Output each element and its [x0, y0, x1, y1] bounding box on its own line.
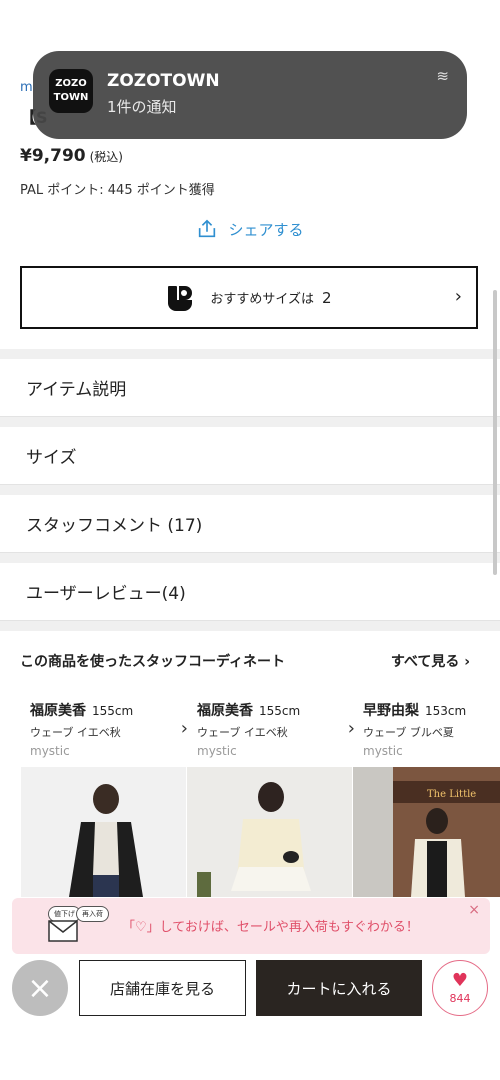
staff-brand: mystic [197, 744, 237, 758]
points-info: PAL ポイント: 445 ポイント獲得 [20, 183, 215, 198]
product-price: ¥9,790 (税込) [20, 146, 123, 166]
close-button[interactable]: × [12, 960, 68, 1016]
coordinate-photo[interactable]: The Little [353, 767, 500, 897]
price-value: ¥9,790 [20, 146, 86, 166]
notification-message: 1件の通知 [107, 98, 177, 116]
staff-meta: ウェーブ ブルベ夏 [363, 726, 454, 739]
favorite-button[interactable]: ♥ 844 [432, 960, 488, 1016]
staff-brand: mystic [30, 744, 70, 758]
envelope-icon [48, 920, 78, 942]
add-to-cart-button[interactable]: カートに入れる [256, 960, 422, 1016]
share-button[interactable]: シェアする [0, 218, 500, 240]
share-label: シェアする [228, 220, 304, 239]
staff-name: 福原美香 [30, 703, 86, 719]
staff-card[interactable]: 早野由梨 153cm ウェーブ ブルベ夏 mystic [363, 700, 500, 758]
store-stock-button[interactable]: 店舗在庫を見る [79, 960, 246, 1016]
staff-card[interactable]: 福原美香 155cm ウェーブ イエベ秋 mystic › [30, 700, 196, 758]
tax-label: (税込) [89, 150, 123, 164]
wifi-icon: ≋ [436, 67, 449, 85]
size-logo-icon [168, 285, 193, 311]
section-item-description[interactable]: アイテム説明 [0, 359, 500, 417]
section-divider [0, 485, 500, 495]
staff-name-row: 早野由梨 153cm [363, 700, 500, 720]
staff-name: 早野由梨 [363, 703, 419, 719]
promo-text: 「♡」しておけば、セールや再入荷もすぐわかる！ [122, 920, 419, 935]
section-divider [0, 621, 500, 631]
staff-name-row: 福原美香 155cm [30, 700, 196, 720]
share-icon [199, 219, 216, 238]
staff-height: 155cm [259, 704, 301, 718]
shop-sign-text: The Little [427, 789, 476, 800]
see-all-link[interactable]: すべて見る › [391, 651, 470, 671]
section-divider [0, 417, 500, 427]
staff-name: 福原美香 [197, 703, 253, 719]
staff-height: 153cm [425, 704, 467, 718]
size-recommend-label: おすすめサイズは [210, 292, 315, 307]
staff-brand: mystic [363, 744, 403, 758]
coordinate-photo-image [197, 782, 311, 897]
coordinate-photo-image [69, 784, 143, 897]
chevron-right-icon: › [347, 718, 355, 739]
promo-close-icon[interactable]: × [468, 902, 480, 918]
brand-link[interactable]: m [20, 80, 33, 95]
staff-card[interactable]: 福原美香 155cm ウェーブ イエベ秋 mystic › [197, 700, 363, 758]
size-recommend-value: 2 [322, 288, 332, 307]
section-divider [0, 553, 500, 563]
staff-meta: ウェーブ イエベ秋 [197, 726, 288, 739]
coordinate-photo[interactable] [187, 767, 352, 897]
push-notification[interactable]: ZOZO TOWN ZOZOTOWN 1件の通知 ≋ [33, 51, 467, 139]
section-size[interactable]: サイズ [0, 427, 500, 485]
favorite-promo-banner[interactable]: 値下げ 再入荷 「♡」しておけば、セールや再入荷もすぐわかる！ × [12, 898, 490, 954]
app-icon-line1: ZOZO [55, 78, 87, 89]
coordinate-photo[interactable] [21, 767, 186, 897]
notification-app-name: ZOZOTOWN [107, 71, 220, 91]
restock-bubble: 再入荷 [76, 906, 109, 922]
staff-name-row: 福原美香 155cm [197, 700, 363, 720]
section-divider [0, 349, 500, 359]
size-recommend-button[interactable]: おすすめサイズは 2 › [20, 266, 478, 329]
chevron-right-icon: › [180, 718, 188, 739]
coordinate-header: この商品を使ったスタッフコーディネート すべて見る › [20, 651, 470, 671]
section-staff-comment[interactable]: スタッフコメント (17) [0, 495, 500, 553]
coordinate-photo-image: The Little [353, 767, 500, 897]
staff-meta: ウェーブ イエベ秋 [30, 726, 121, 739]
heart-icon: ♥ [451, 969, 469, 991]
favorite-count: 844 [449, 991, 471, 1005]
section-user-review[interactable]: ユーザーレビュー(4) [0, 563, 500, 621]
chevron-right-icon: › [454, 286, 462, 307]
zozotown-app-icon: ZOZO TOWN [49, 69, 93, 113]
scrollbar[interactable] [493, 290, 497, 575]
coordinate-heading: この商品を使ったスタッフコーディネート [20, 654, 286, 670]
app-icon-line2: TOWN [53, 92, 89, 103]
staff-height: 155cm [92, 704, 134, 718]
